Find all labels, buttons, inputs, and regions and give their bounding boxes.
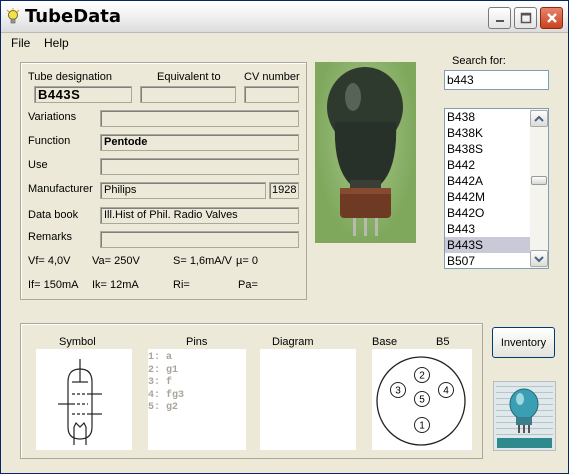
pin-4: 4: fg3 [148, 389, 185, 401]
cv-number-label: CV number [244, 71, 300, 83]
base-pin-4: 4 [443, 386, 449, 397]
app-window: TubeData File Help Tube designation Equi… [0, 0, 569, 474]
maximize-icon [520, 12, 531, 24]
diagram-box [260, 349, 356, 450]
search-label: Search for: [452, 55, 506, 67]
spec-vf: Vf= 4,0V [28, 255, 71, 267]
tube-list[interactable]: B438 B438K B438S B442 B442A B442M B442O B443 B44… [444, 108, 549, 269]
remarks-label: Remarks [28, 231, 73, 243]
window-title: TubeData [25, 6, 122, 27]
pin-5: 5: g2 [148, 402, 179, 413]
tube-designation-label: Tube designation [28, 71, 112, 83]
use-label: Use [28, 159, 48, 171]
equivalent-to-label: Equivalent to [157, 71, 221, 83]
minimize-button[interactable] [488, 7, 511, 29]
spec-if: If= 150mA [28, 279, 79, 291]
symbol-box [36, 349, 132, 450]
base-pinout-diagram: 2 3 4 5 1 [376, 356, 466, 446]
base-type-label: B5 [436, 336, 450, 348]
maximize-button[interactable] [514, 7, 537, 29]
pins-box: 1: a 2: g1 3: f 4: fg3 5: g2 [148, 349, 246, 450]
spec-ik: Ik= 12mA [92, 279, 139, 291]
cv-number-field[interactable] [244, 86, 299, 103]
scroll-up-button[interactable] [530, 110, 548, 127]
remarks-field[interactable] [100, 231, 299, 248]
base-pin-3: 3 [395, 386, 401, 397]
base-label: Base [372, 336, 398, 348]
function-label: Function [28, 135, 71, 147]
chevron-down-icon [534, 255, 544, 262]
title-bar[interactable]: TubeData [1, 1, 568, 33]
pins-label: Pins [186, 336, 208, 348]
symbol-label: Symbol [59, 336, 96, 348]
variations-field[interactable] [100, 110, 299, 127]
chevron-up-icon [534, 115, 544, 122]
spec-ri: Ri= [173, 279, 190, 291]
pin-1: 1: a [148, 352, 173, 363]
year-field[interactable]: 1928 [269, 182, 299, 199]
menu-help[interactable]: Help [44, 36, 69, 50]
data-book-label: Data book [28, 209, 79, 221]
pin-2: 2: g1 [148, 364, 179, 376]
scroll-thumb[interactable] [531, 176, 547, 185]
pin-3: 3: f [148, 377, 173, 388]
data-book-field[interactable]: Ill.Hist of Phil. Radio Valves [100, 207, 299, 224]
lightbulb-icon [6, 8, 20, 24]
function-field[interactable]: Pentode [100, 134, 299, 151]
variations-label: Variations [28, 111, 77, 123]
base-pin-1: 1 [419, 421, 425, 432]
menu-bar: File Help [1, 34, 568, 54]
base-pin-2: 2 [419, 371, 425, 382]
minimize-icon [495, 20, 504, 22]
list-scrollbar[interactable] [530, 109, 548, 268]
spec-pa: Pa= [238, 279, 258, 291]
scroll-down-button[interactable] [530, 250, 548, 267]
spec-va: Va= 250V [92, 255, 140, 267]
menu-file[interactable]: File [11, 36, 30, 50]
base-pin-5: 5 [419, 395, 425, 406]
manufacturer-field[interactable]: Philips [100, 182, 266, 199]
search-input[interactable]: b443 [444, 70, 549, 90]
manufacturer-label: Manufacturer [28, 183, 93, 195]
spec-s: S= 1,6mA/V [173, 255, 233, 267]
tube-designation-field[interactable]: B443S [34, 86, 132, 103]
tube-photo [315, 62, 416, 243]
inventory-button[interactable]: Inventory [492, 327, 555, 358]
tube-logo-icon[interactable] [493, 381, 556, 451]
close-button[interactable] [540, 7, 563, 29]
equivalent-to-field[interactable] [140, 86, 236, 103]
diagram-label: Diagram [272, 336, 314, 348]
base-box: 2 3 4 5 1 [372, 349, 472, 450]
use-field[interactable] [100, 158, 299, 175]
close-icon [546, 13, 557, 23]
spec-mu: µ= 0 [236, 255, 258, 267]
pentode-symbol-icon [58, 359, 102, 445]
